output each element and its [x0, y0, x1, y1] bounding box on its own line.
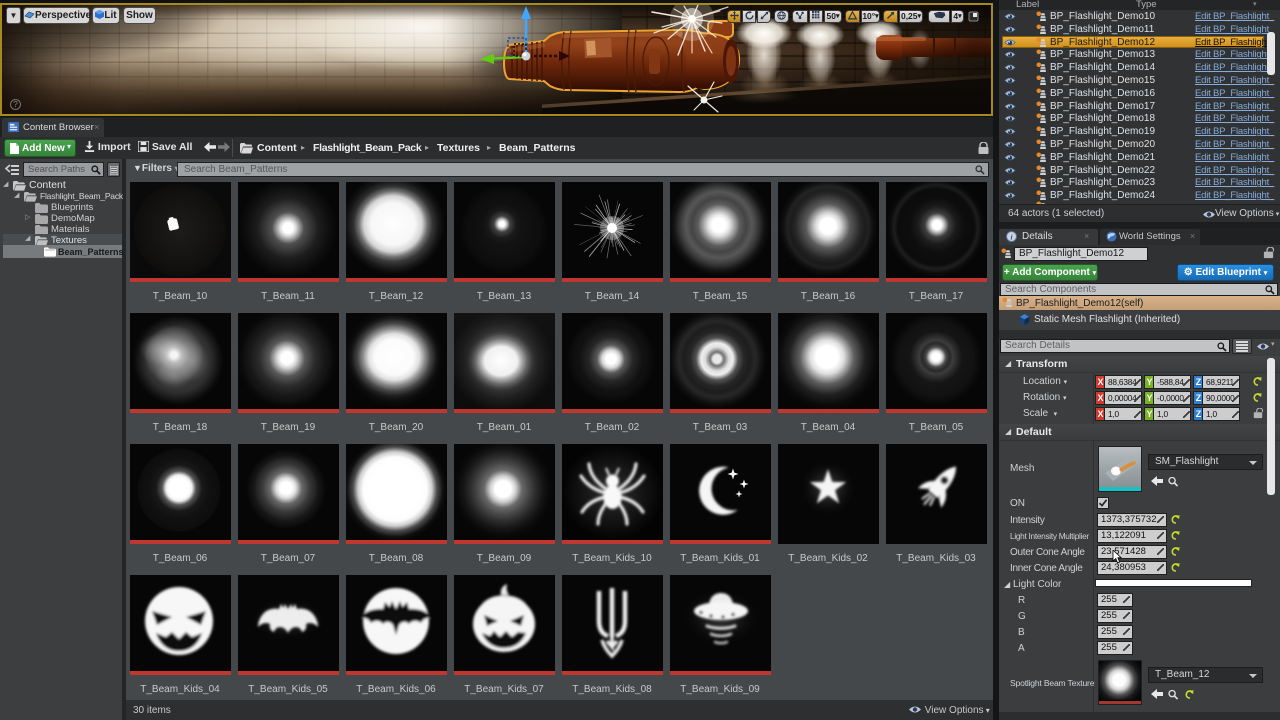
svg-text:i: i	[1010, 232, 1012, 241]
